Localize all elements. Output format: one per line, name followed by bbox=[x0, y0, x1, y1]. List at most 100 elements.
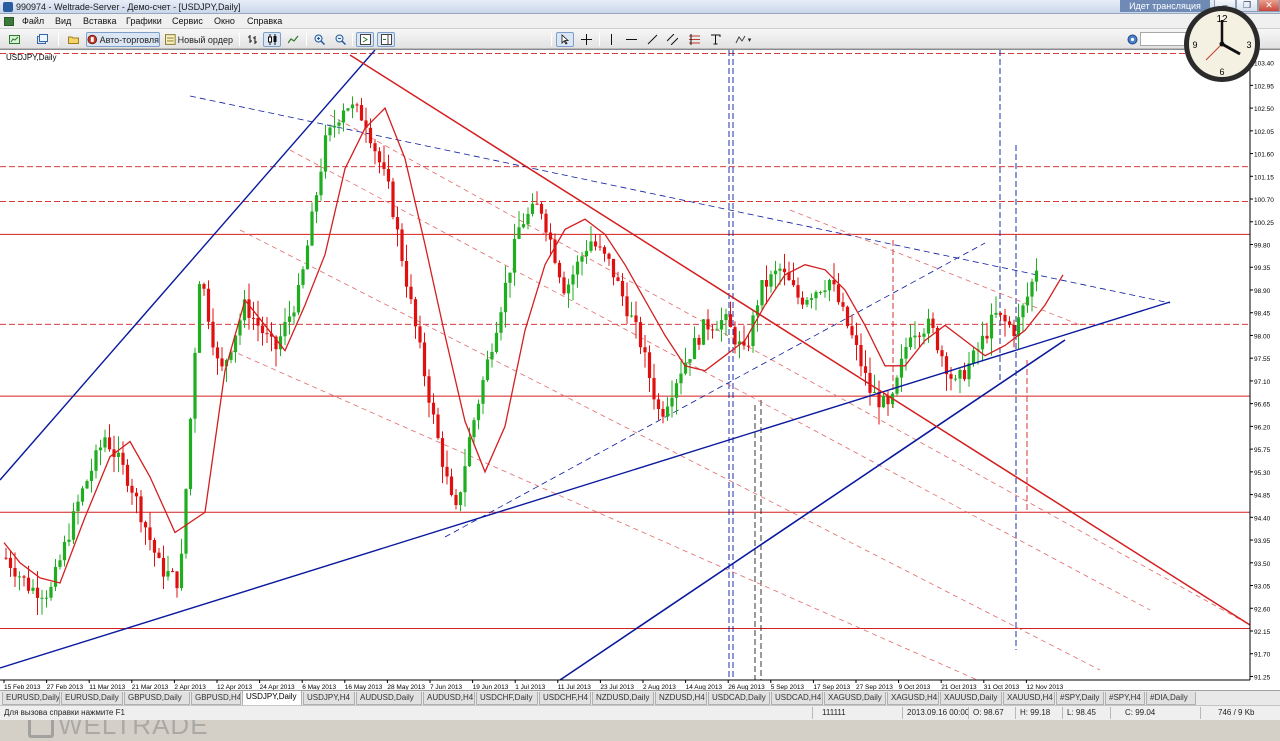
bull-candle bbox=[989, 314, 994, 339]
bear-candle bbox=[251, 317, 256, 319]
bull-candle bbox=[332, 125, 337, 128]
equidistant-channel-tool-button[interactable] bbox=[664, 32, 680, 47]
bear-candle bbox=[26, 577, 31, 591]
clock-number-3: 3 bbox=[1246, 40, 1251, 50]
bear-candle bbox=[611, 258, 616, 278]
chart-tab[interactable]: XAGUSD,Daily bbox=[824, 692, 886, 705]
text-tool-button[interactable] bbox=[707, 32, 723, 47]
bull-candle bbox=[44, 597, 49, 599]
chart-tab[interactable]: NZDUSD,Daily bbox=[592, 692, 654, 705]
bear-candle bbox=[535, 203, 539, 205]
price-chart[interactable]: 103.58101.34100.65100.0098.2296.8094.509… bbox=[0, 50, 1280, 691]
menu-charts[interactable]: Графики bbox=[126, 16, 162, 26]
status-separator bbox=[902, 707, 903, 719]
bull-candle bbox=[724, 314, 728, 321]
fibonacci-tool-button[interactable] bbox=[686, 32, 702, 47]
chart-tab[interactable]: #SPY,Daily bbox=[1056, 692, 1104, 705]
crosshair-tool-button[interactable] bbox=[577, 32, 595, 47]
auto-trading-button[interactable]: Авто-торговля bbox=[86, 32, 160, 47]
bull-candle bbox=[98, 447, 103, 451]
menu-insert[interactable]: Вставка bbox=[83, 16, 116, 26]
candlestick-chart-button[interactable] bbox=[263, 32, 281, 47]
bear-candle bbox=[557, 262, 562, 278]
chart-tab[interactable]: XAUUSD,H4 bbox=[1003, 692, 1055, 705]
horizontal-line-tool-button[interactable] bbox=[623, 32, 639, 47]
bull-candle bbox=[31, 587, 35, 591]
price-tick-label: 102.95 bbox=[1254, 83, 1274, 90]
bull-candle bbox=[283, 321, 287, 337]
bear-candle bbox=[620, 280, 625, 297]
chart-tab[interactable]: XAGUSD,H4 bbox=[887, 692, 939, 705]
chart-window-icon[interactable] bbox=[4, 17, 14, 26]
chart-tab[interactable]: NZDUSD,H4 bbox=[655, 692, 707, 705]
auto-scroll-icon bbox=[359, 34, 371, 45]
price-tick-label: 91.25 bbox=[1254, 674, 1271, 681]
menu-window[interactable]: Окно bbox=[214, 16, 235, 26]
status-separator bbox=[1110, 707, 1111, 719]
bear-candle bbox=[130, 485, 134, 493]
price-tick-label: 102.50 bbox=[1254, 106, 1274, 113]
zoom-in-button[interactable] bbox=[310, 32, 328, 47]
bear-candle bbox=[152, 539, 157, 553]
chart-shift-button[interactable] bbox=[377, 32, 395, 47]
bull-candle bbox=[346, 108, 350, 111]
profiles-button[interactable] bbox=[32, 32, 52, 47]
status-help-text: Для вызова справки нажмите F1 bbox=[4, 708, 125, 717]
bull-candle bbox=[665, 406, 670, 417]
bull-candle bbox=[530, 203, 535, 214]
menu-view[interactable]: Вид bbox=[55, 16, 71, 26]
market-watch-button[interactable] bbox=[64, 32, 82, 47]
bear-candle bbox=[265, 333, 269, 335]
chart-tab[interactable]: XAUUSD,Daily bbox=[940, 692, 1002, 705]
bear-candle bbox=[638, 322, 643, 348]
toolbar-separator bbox=[352, 33, 353, 46]
bull-candle bbox=[953, 378, 958, 380]
bull-candle bbox=[80, 488, 85, 502]
bull-candle bbox=[922, 333, 926, 337]
status-separator bbox=[968, 707, 969, 719]
chart-tab[interactable]: GBPUSD,Daily bbox=[124, 692, 190, 705]
new-chart-button[interactable] bbox=[4, 32, 24, 47]
chart-tab[interactable]: AUDUSD,H4 bbox=[423, 692, 475, 705]
bull-candle bbox=[688, 359, 692, 363]
bear-candle bbox=[13, 567, 17, 577]
chart-tab[interactable]: #SPY,H4 bbox=[1105, 692, 1145, 705]
chart-tab[interactable]: #DIA,Daily bbox=[1146, 692, 1196, 705]
chart-tab[interactable]: USDCAD,H4 bbox=[771, 692, 823, 705]
new-order-button[interactable]: Новый ордер bbox=[164, 32, 234, 47]
bear-candle bbox=[382, 162, 386, 169]
chart-tab[interactable]: GBPUSD,H4 bbox=[191, 692, 241, 705]
bear-candle bbox=[161, 557, 166, 577]
menu-file[interactable]: Файл bbox=[22, 16, 44, 26]
search-input[interactable] bbox=[1140, 32, 1188, 46]
bull-candle bbox=[494, 332, 499, 352]
cursor-tool-button[interactable] bbox=[556, 32, 574, 47]
chart-tab[interactable]: USDCHF,H4 bbox=[539, 692, 591, 705]
auto-scroll-button[interactable] bbox=[356, 32, 374, 47]
trend-line-tool-button[interactable] bbox=[644, 32, 660, 47]
chart-tab[interactable]: EURUSD,Daily bbox=[61, 692, 123, 705]
menu-tools[interactable]: Сервис bbox=[172, 16, 203, 26]
menu-help[interactable]: Справка bbox=[247, 16, 282, 26]
blue-dashed-line bbox=[444, 242, 986, 538]
chart-shift-icon bbox=[380, 34, 392, 45]
zoom-out-button[interactable] bbox=[331, 32, 349, 47]
chart-tab[interactable]: AUDUSD,Daily bbox=[356, 692, 422, 705]
chart-tab[interactable]: EURUSD,Daily bbox=[2, 692, 60, 705]
bull-candle bbox=[463, 466, 467, 493]
shapes-dropdown-button[interactable]: ▾ bbox=[730, 32, 756, 47]
line-chart-button[interactable] bbox=[284, 32, 302, 47]
search-button[interactable] bbox=[1124, 32, 1140, 47]
horizontal-levels: 103.58101.34100.65100.0098.2296.8094.509… bbox=[0, 50, 1274, 691]
chart-window[interactable]: USDJPY,Daily 103.58101.34100.65100.0098.… bbox=[0, 49, 1280, 740]
bear-candle bbox=[125, 464, 130, 486]
chart-tab[interactable]: USDJPY,Daily bbox=[242, 691, 302, 706]
chart-tab[interactable]: USDJPY,H4 bbox=[303, 692, 355, 705]
vertical-line-tool-button[interactable] bbox=[603, 32, 619, 47]
bear-candle bbox=[170, 571, 175, 573]
bar-chart-button[interactable] bbox=[243, 32, 261, 47]
bear-candle bbox=[355, 104, 359, 106]
chart-tab[interactable]: USDCHF,Daily bbox=[476, 692, 538, 705]
chevron-down-icon: ▾ bbox=[747, 36, 752, 44]
chart-tab[interactable]: USDCAD,Daily bbox=[708, 692, 770, 705]
